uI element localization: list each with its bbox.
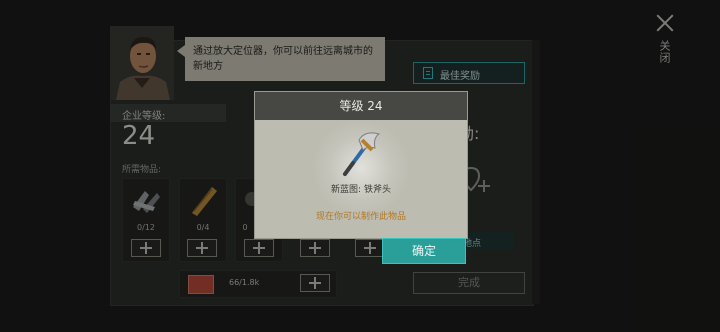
confirm-button[interactable]: 确定 <box>382 238 466 264</box>
level-up-modal: 等级 24 新蓝图: 铁斧头 现在你可以制作此物品 <box>254 91 468 239</box>
craft-notice: 现在你可以制作此物品 <box>315 212 406 222</box>
iron-axe-icon <box>343 132 381 176</box>
new-blueprint-text: 新蓝图: 铁斧头 <box>331 185 391 195</box>
modal-title: 等级 24 <box>255 92 467 120</box>
